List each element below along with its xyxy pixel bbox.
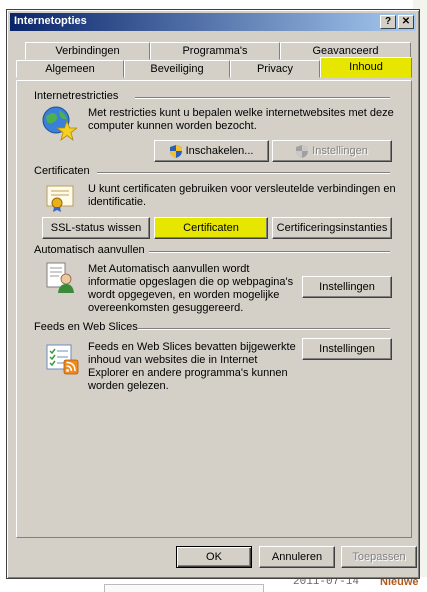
uac-shield-icon xyxy=(169,144,182,158)
enable-restrictions-button[interactable]: Inschakelen... xyxy=(154,140,269,162)
uac-shield-icon xyxy=(296,144,309,158)
restrictions-settings-label: Instellingen xyxy=(312,145,368,157)
autocomplete-description: Met Automatisch aanvullen wordt informat… xyxy=(88,263,294,314)
cancel-button[interactable]: Annuleren xyxy=(259,546,335,568)
tab-panel-inhoud: Internetrestricties Met restricties kunt… xyxy=(16,80,412,538)
background-box xyxy=(104,584,264,592)
window-title: Internetopties xyxy=(14,15,87,27)
section-divider xyxy=(97,172,390,174)
certificates-description: U kunt certificaten gebruiken voor versl… xyxy=(88,183,396,208)
title-bar[interactable]: Internetopties ? ✕ xyxy=(10,13,416,31)
internet-options-dialog: Internetopties ? ✕ Verbindingen Programm… xyxy=(6,9,420,579)
tab-beveiliging[interactable]: Beveiliging xyxy=(124,60,230,78)
tab-programmas[interactable]: Programma's xyxy=(150,42,280,60)
help-button[interactable]: ? xyxy=(380,15,396,29)
feeds-settings-button[interactable]: Instellingen xyxy=(302,338,392,360)
tab-inhoud[interactable]: Inhoud xyxy=(320,57,412,78)
tab-privacy[interactable]: Privacy xyxy=(230,60,320,78)
autocomplete-icon xyxy=(46,262,74,293)
feeds-description: Feeds en Web Slices bevatten bijgewerkte… xyxy=(88,341,296,392)
section-divider xyxy=(138,328,390,330)
section-divider xyxy=(149,251,390,253)
certificates-button[interactable]: Certificaten xyxy=(154,217,268,239)
section-title-automatisch-aanvullen: Automatisch aanvullen xyxy=(34,244,145,256)
globe-star-icon xyxy=(42,106,77,141)
autocomplete-settings-button[interactable]: Instellingen xyxy=(302,276,392,298)
internet-restrictions-description: Met restricties kunt u bepalen welke int… xyxy=(88,107,394,132)
section-title-internetrestricties: Internetrestricties xyxy=(34,90,119,102)
apply-button[interactable]: Toepassen xyxy=(341,546,417,568)
certificate-icon xyxy=(46,185,74,212)
section-divider xyxy=(135,97,390,99)
certificate-authorities-button[interactable]: Certificeringsinstanties xyxy=(272,217,392,239)
feeds-icon xyxy=(46,344,79,375)
clear-ssl-state-button[interactable]: SSL-status wissen xyxy=(42,217,150,239)
section-title-feeds: Feeds en Web Slices xyxy=(34,321,138,333)
tab-verbindingen[interactable]: Verbindingen xyxy=(25,42,150,60)
tab-algemeen[interactable]: Algemeen xyxy=(16,60,124,78)
restrictions-settings-button[interactable]: Instellingen xyxy=(272,140,392,162)
enable-restrictions-label: Inschakelen... xyxy=(185,145,254,157)
ok-button[interactable]: OK xyxy=(176,546,252,568)
section-title-certificaten: Certificaten xyxy=(34,165,90,177)
close-button[interactable]: ✕ xyxy=(398,15,414,29)
